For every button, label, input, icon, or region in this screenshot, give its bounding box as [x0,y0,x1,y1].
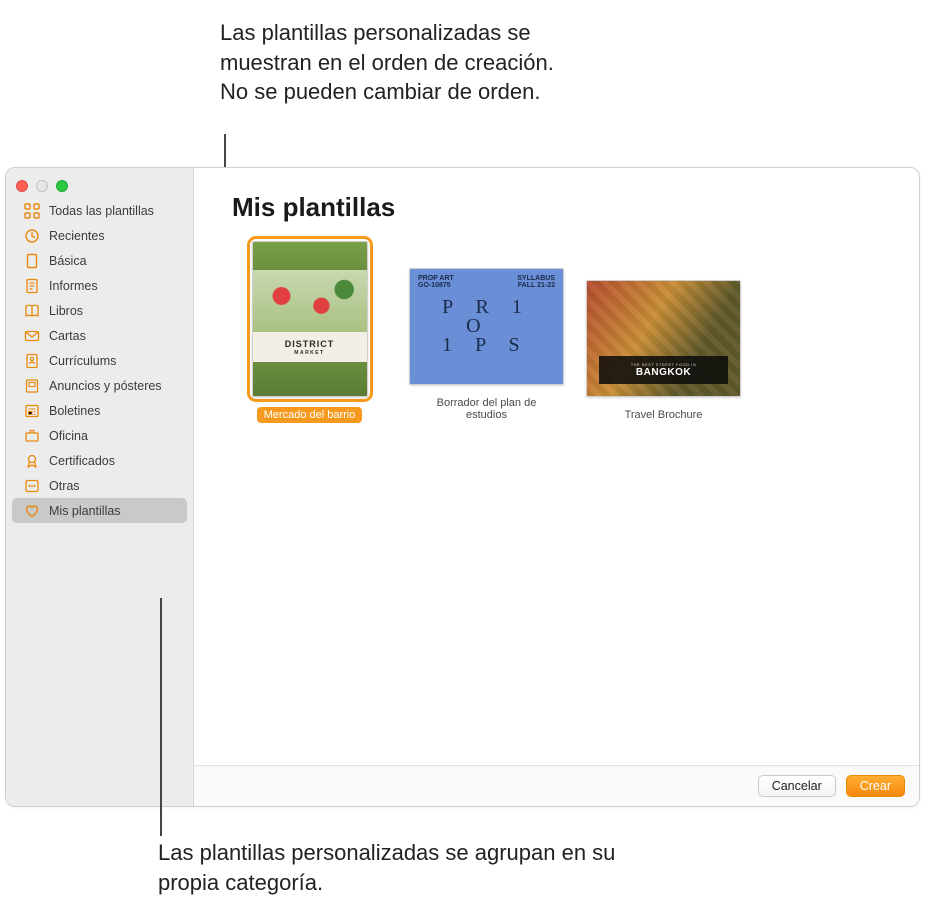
sidebar-item-libros[interactable]: Libros [12,298,187,323]
callout-line [160,598,162,836]
sidebar-item-mis-plantillas[interactable]: Mis plantillas [12,498,187,523]
sidebar-item-recientes[interactable]: Recientes [12,223,187,248]
sidebar-item-label: Currículums [49,354,116,368]
sidebar-item-curr-culums[interactable]: Currículums [12,348,187,373]
sidebar-item-label: Informes [49,279,98,293]
create-button[interactable]: Crear [846,775,905,797]
ribbon-icon [24,453,40,469]
grid-icon [24,203,40,219]
template-thumbnail[interactable]: THE BEST STREET FOOD INBANGKOK [586,280,741,397]
sidebar-item-label: Cartas [49,329,86,343]
zoom-window-button[interactable] [56,180,68,192]
template-card[interactable]: DISTRICTMARKET Mercado del barrio [232,241,387,423]
book-icon [24,303,40,319]
sidebar-item-cartas[interactable]: Cartas [12,323,187,348]
content-area: Mis plantillas DISTRICTMARKET Mercado del… [194,168,919,806]
sidebar-item-label: Básica [49,254,87,268]
sidebar-item-anuncios-y-p-steres[interactable]: Anuncios y pósteres [12,373,187,398]
thumb-text: BANGKOK [636,367,691,378]
sidebar-item-otras[interactable]: Otras [12,473,187,498]
person-doc-icon [24,353,40,369]
sidebar-item-label: Boletines [49,404,100,418]
template-label[interactable]: Travel Brochure [618,407,710,423]
template-card[interactable]: PROP ARTGO-10875SYLLABUSFALL 21-22P R 1 … [409,268,564,423]
thumb-text: DISTRICT [285,339,335,349]
sidebar-item-label: Anuncios y pósteres [49,379,162,393]
page-title: Mis plantillas [232,192,889,223]
sidebar-item-label: Certificados [49,454,115,468]
text-doc-icon [24,278,40,294]
sidebar-item-informes[interactable]: Informes [12,273,187,298]
clock-icon [24,228,40,244]
news-icon [24,403,40,419]
poster-icon [24,378,40,394]
sidebar: Todas las plantillas Recientes Básica Infor… [6,168,194,806]
ellipsis-icon [24,478,40,494]
sidebar-item-label: Libros [49,304,83,318]
close-window-button[interactable] [16,180,28,192]
minimize-window-button[interactable] [36,180,48,192]
templates-row: DISTRICTMARKET Mercado del barrio PROP ART… [232,241,889,423]
briefcase-icon [24,428,40,444]
sidebar-item-todas-las-plantillas[interactable]: Todas las plantillas [12,198,187,223]
sidebar-item-label: Recientes [49,229,105,243]
sidebar-item-label: Mis plantillas [49,504,121,518]
doc-icon [24,253,40,269]
sidebar-item-label: Otras [49,479,80,493]
template-label[interactable]: Borrador del plan de estudios [409,395,564,423]
annotation-bottom: Las plantillas personalizadas se agrupan… [158,838,678,897]
template-card[interactable]: THE BEST STREET FOOD INBANGKOK Travel Bro… [586,280,741,423]
template-label[interactable]: Mercado del barrio [257,407,363,423]
cancel-button[interactable]: Cancelar [758,775,836,797]
template-thumbnail[interactable]: PROP ARTGO-10875SYLLABUSFALL 21-22P R 1 … [409,268,564,385]
sidebar-item-label: Todas las plantillas [49,204,154,218]
sidebar-item-b-sica[interactable]: Básica [12,248,187,273]
dialog-footer: Cancelar Crear [194,765,919,806]
template-thumbnail[interactable]: DISTRICTMARKET [252,241,368,397]
heart-icon [24,503,40,519]
envelope-icon [24,328,40,344]
thumb-text: MARKET [294,350,324,356]
thumb-text: P R 1 O1 P S [442,298,531,355]
sidebar-item-label: Oficina [49,429,88,443]
template-chooser-window: Todas las plantillas Recientes Básica Infor… [5,167,920,807]
sidebar-item-boletines[interactable]: Boletines [12,398,187,423]
annotation-top: Las plantillas personalizadas se muestra… [220,18,560,107]
sidebar-item-oficina[interactable]: Oficina [12,423,187,448]
window-controls [6,172,193,198]
sidebar-item-certificados[interactable]: Certificados [12,448,187,473]
